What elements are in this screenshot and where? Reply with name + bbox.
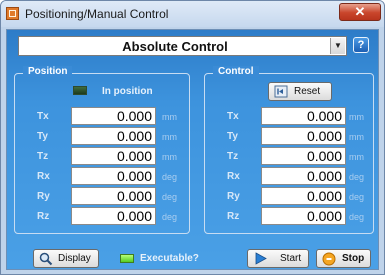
close-button[interactable]: ✕ [339,3,381,21]
control-ry-input[interactable]: 0.000 [261,187,346,205]
position-ty-value: 0.000 [71,127,156,145]
position-rz-unit: deg [162,212,178,222]
position-tx-label: Tx [37,111,49,122]
stop-icon [322,252,336,266]
position-group: Position In position Tx 0.000 mm Ty 0.00… [14,66,190,234]
position-tz-unit: mm [162,152,177,162]
chevron-down-icon[interactable]: ▼ [330,38,345,54]
in-position-label: In position [102,86,153,97]
client-area: Absolute Control ▼ ? Position In positio… [6,29,379,270]
control-tz-label: Tz [227,151,239,162]
position-rz-label: Rz [37,211,50,222]
control-rx-input[interactable]: 0.000 [261,167,346,185]
start-button-label: Start [280,253,302,264]
position-ry-value: 0.000 [71,187,156,205]
control-rz-label: Rz [227,211,240,222]
position-ry-unit: deg [162,192,178,202]
window-title: Positioning/Manual Control [25,7,169,21]
control-ty-unit: mm [349,132,364,142]
control-rx-label: Rx [227,171,240,182]
control-tz-unit: mm [349,152,364,162]
reset-button-label: Reset [294,86,321,97]
app-icon [6,7,19,20]
position-ty-unit: mm [162,132,177,142]
position-rx-label: Rx [37,171,50,182]
position-tz-value: 0.000 [71,147,156,165]
position-rx-value: 0.000 [71,167,156,185]
play-arrow-icon [255,252,267,265]
title-bar[interactable]: Positioning/Manual Control ✕ [1,1,384,27]
in-position-indicator [73,86,87,95]
control-tz-input[interactable]: 0.000 [261,147,346,165]
display-button[interactable]: Display [33,249,99,268]
control-tx-label: Tx [227,111,239,122]
position-ty-label: Ty [37,131,48,142]
position-group-title: Position [23,66,73,77]
position-tx-unit: mm [162,112,177,122]
control-ty-input[interactable]: 0.000 [261,127,346,145]
position-tz-label: Tz [37,151,49,162]
control-tx-unit: mm [349,112,364,122]
control-group: Control Reset Tx 0.000 mm Ty 0.000 mm Tz… [204,66,374,234]
magnifier-icon [39,252,53,266]
control-rx-unit: deg [349,172,365,182]
reset-icon [274,85,288,98]
position-rz-value: 0.000 [71,207,156,225]
reset-button[interactable]: Reset [268,82,332,101]
position-ry-label: Ry [37,191,50,202]
control-group-title: Control [213,66,259,77]
executable-indicator [120,254,134,263]
control-ry-unit: deg [349,192,365,202]
position-rx-unit: deg [162,172,178,182]
executable-label: Executable? [140,253,199,264]
stop-button[interactable]: Stop [316,249,371,268]
control-ry-label: Ry [227,191,240,202]
control-rz-unit: deg [349,212,365,222]
control-tx-input[interactable]: 0.000 [261,107,346,125]
stop-button-label: Stop [342,253,365,264]
help-icon[interactable]: ? [353,37,369,53]
control-mode-value: Absolute Control [122,39,228,54]
control-ty-label: Ty [227,131,238,142]
start-button[interactable]: Start [247,249,309,268]
display-button-label: Display [58,253,91,264]
control-rz-input[interactable]: 0.000 [261,207,346,225]
control-mode-dropdown[interactable]: Absolute Control ▼ [18,36,347,56]
position-tx-value: 0.000 [71,107,156,125]
positioning-window: Positioning/Manual Control ✕ Absolute Co… [0,0,385,275]
